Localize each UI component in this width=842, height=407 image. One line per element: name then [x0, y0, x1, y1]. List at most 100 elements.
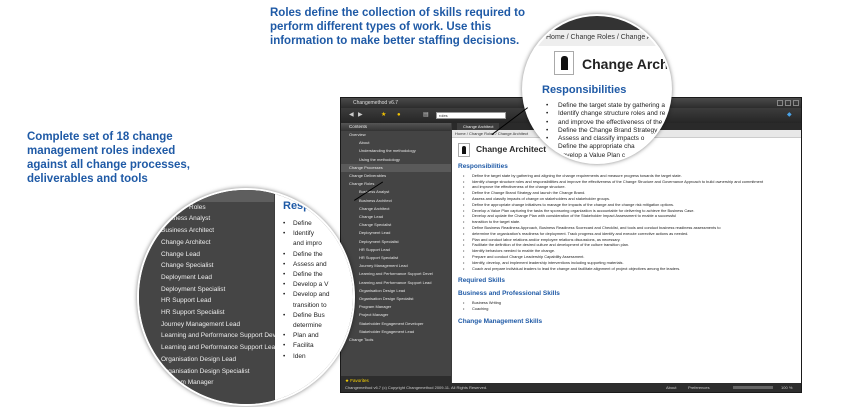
- magnifier-sidebar-item: ables: [189, 192, 205, 199]
- callout-roles-index: Complete set of 18 change management rol…: [27, 131, 190, 185]
- sidebar-item[interactable]: Program Manager: [341, 303, 451, 311]
- sidebar-item[interactable]: Change Processes: [341, 163, 451, 173]
- magnifier-content-line: Iden: [283, 353, 306, 360]
- magnifier-content-line: transition to: [293, 301, 327, 309]
- section-heading: Responsibilities: [458, 162, 508, 170]
- magnifier-sidebar-item: Change Specialist: [161, 262, 214, 270]
- magnifier-content: Home / Change Roles / Change A Change Ar…: [522, 14, 672, 164]
- page-body: Change Architect ResponsibilitiesDefine …: [452, 138, 801, 325]
- magnifier-content-line: Facilita: [283, 342, 314, 349]
- magnifier-content-line: Develop a V: [283, 281, 328, 288]
- preferences-link[interactable]: Preferences: [688, 383, 710, 392]
- comment-icon[interactable]: ●: [397, 111, 401, 120]
- magnifier-sidebar-item: Program Manager: [161, 379, 214, 387]
- magnifier-list-item: Define the Change Brand Strategy: [540, 127, 665, 136]
- sidebar-item[interactable]: Using the methodology: [341, 156, 451, 164]
- magnifier-content-line: Assess and: [283, 261, 327, 268]
- sidebar-item[interactable]: Journey Management Lead: [341, 262, 451, 270]
- sidebar-item[interactable]: Stakeholder Engagement Developer: [341, 320, 451, 328]
- magnifier-content-line: Define Bus: [283, 312, 325, 319]
- magnifier-list-item: Define the target state by gathering a: [540, 102, 665, 111]
- sections: ResponsibilitiesDefine the target state …: [458, 163, 795, 325]
- section-heading: Required Skills: [458, 277, 505, 285]
- sidebar-item[interactable]: Organisation Design Lead: [341, 287, 451, 295]
- zoom-level: 100 %: [781, 385, 793, 390]
- magnifier-breadcrumb: Home / Change Roles / Change A: [524, 30, 670, 46]
- window-title: Changemethod v6.7: [353, 100, 399, 106]
- magnifier-title: Change Archite: [582, 56, 672, 72]
- magnifier-selected-row: [139, 190, 274, 202]
- back-icon[interactable]: ◀: [349, 111, 354, 120]
- sidebar-item[interactable]: Deployment Lead: [341, 229, 451, 237]
- magnifier-sidebar-item: Business Architect: [161, 227, 215, 235]
- search-input[interactable]: roles: [436, 112, 506, 119]
- magnifier-sidebar-item: Journey Management Lead: [161, 320, 241, 328]
- magnifier-list-item: Assess and classify impacts o: [540, 135, 665, 144]
- section-heading: Business and Professional Skills: [458, 290, 560, 298]
- person-icon: [458, 142, 470, 157]
- magnifier-list: Define the target state by gathering aId…: [540, 102, 665, 160]
- magnifier-content-line: Define: [283, 220, 312, 227]
- sidebar-item[interactable]: About: [341, 139, 451, 147]
- sidebar-item[interactable]: Change Specialist: [341, 221, 451, 229]
- sidebar-item[interactable]: Change Architect: [341, 205, 451, 213]
- magnifier-sidebar-item: Deployment Specialist: [161, 285, 226, 293]
- magnifier-list-item: Define the appropriate cha: [540, 143, 665, 152]
- magnifier-sidebar-pane: ables Roles Business Analyst Business Archi…: [139, 190, 281, 404]
- sidebar-item[interactable]: Change Lead: [341, 213, 451, 221]
- magnifier-tab-bar: [524, 16, 670, 30]
- magnifier-content-line: Define the: [283, 251, 323, 258]
- magnifier-sidebar-item: Roles: [189, 203, 206, 211]
- magnifier-left-heading: Resp: [283, 200, 310, 212]
- about-link[interactable]: About: [666, 383, 676, 392]
- magnifier-content-line: Develop and: [283, 291, 330, 298]
- magnifier-list-item: Identify change structure roles and re: [540, 110, 665, 119]
- sidebar-item[interactable]: Learning and Performance Support Lead: [341, 279, 451, 287]
- sidebar: Contents Overview About Understanding the …: [341, 123, 451, 385]
- sidebar-item[interactable]: HR Support Specialist: [341, 254, 451, 262]
- sidebar-item[interactable]: Understanding the methodology: [341, 147, 451, 155]
- magnifier-sidebar-item: Deployment Lead: [161, 273, 212, 281]
- sidebar-header: Contents: [341, 123, 451, 131]
- magnifier-content-pane: Resp Define Identify and impro Define the As…: [275, 190, 353, 404]
- sidebar-item[interactable]: Learning and Performance Support Devel: [341, 270, 451, 278]
- sidebar-list: Overview About Understanding the methodolo…: [341, 131, 451, 344]
- magnifier-list-item: and improve the effectiveness of the: [540, 119, 665, 128]
- sidebar-item[interactable]: Overview: [341, 131, 451, 139]
- magnifier-sidebar-item: Change Architect: [161, 238, 211, 246]
- minimize-icon[interactable]: [777, 100, 783, 106]
- sidebar-item[interactable]: Change Roles: [341, 180, 451, 188]
- magnifier-sidebar-item: HR Support Lead: [161, 297, 212, 305]
- sidebar-item[interactable]: Organisation Design Specialist: [341, 295, 451, 303]
- magnifier-sidebar: ables Roles Business Analyst Business Archi…: [137, 188, 355, 406]
- magnifier-person-icon: [554, 51, 574, 75]
- forward-icon[interactable]: ▶: [358, 111, 363, 120]
- magnifier-heading: Responsibilities: [542, 84, 627, 96]
- maximize-icon[interactable]: [785, 100, 791, 106]
- list-item: Coach and prepare individual leaders to …: [458, 266, 795, 272]
- sidebar-item[interactable]: Business Analyst: [341, 188, 451, 196]
- page-title-text: Change Architect: [476, 144, 547, 154]
- print-icon[interactable]: ▤: [423, 111, 429, 120]
- magnifier-content-line: determine: [293, 322, 322, 329]
- magnifier-sidebar-item: Organisation Design Lead: [161, 355, 237, 363]
- magnifier-sidebar-item: Change Lead: [161, 250, 201, 258]
- sidebar-item[interactable]: HR Support Lead: [341, 246, 451, 254]
- sidebar-item[interactable]: Change Deliverables: [341, 172, 451, 180]
- magnifier-content-line: Plan and: [283, 332, 319, 339]
- magnifier-content-line: and impro: [293, 240, 322, 248]
- sidebar-item[interactable]: Deployment Specialist: [341, 238, 451, 246]
- callout-roles-description: Roles define the collection of skills re…: [270, 7, 525, 47]
- section-heading: Change Management Skills: [458, 317, 543, 325]
- magnifier-content-line: Identify: [283, 230, 314, 237]
- tab-change-architect[interactable]: Change Architect: [457, 123, 500, 130]
- list-item: Coaching: [458, 306, 795, 312]
- sidebar-item[interactable]: Stakeholder Engagement Lead: [341, 328, 451, 336]
- close-icon[interactable]: [793, 100, 799, 106]
- magnifier-list-item: Develop a Value Plan c: [540, 152, 665, 161]
- sidebar-item[interactable]: Project Manager: [341, 311, 451, 319]
- zoom-slider[interactable]: [733, 386, 773, 389]
- sidebar-item[interactable]: Change Tools: [341, 336, 451, 344]
- status-bar: Changemethod v6.7 (c) Copyright Changeme…: [341, 383, 801, 392]
- star-icon[interactable]: ★: [381, 111, 386, 120]
